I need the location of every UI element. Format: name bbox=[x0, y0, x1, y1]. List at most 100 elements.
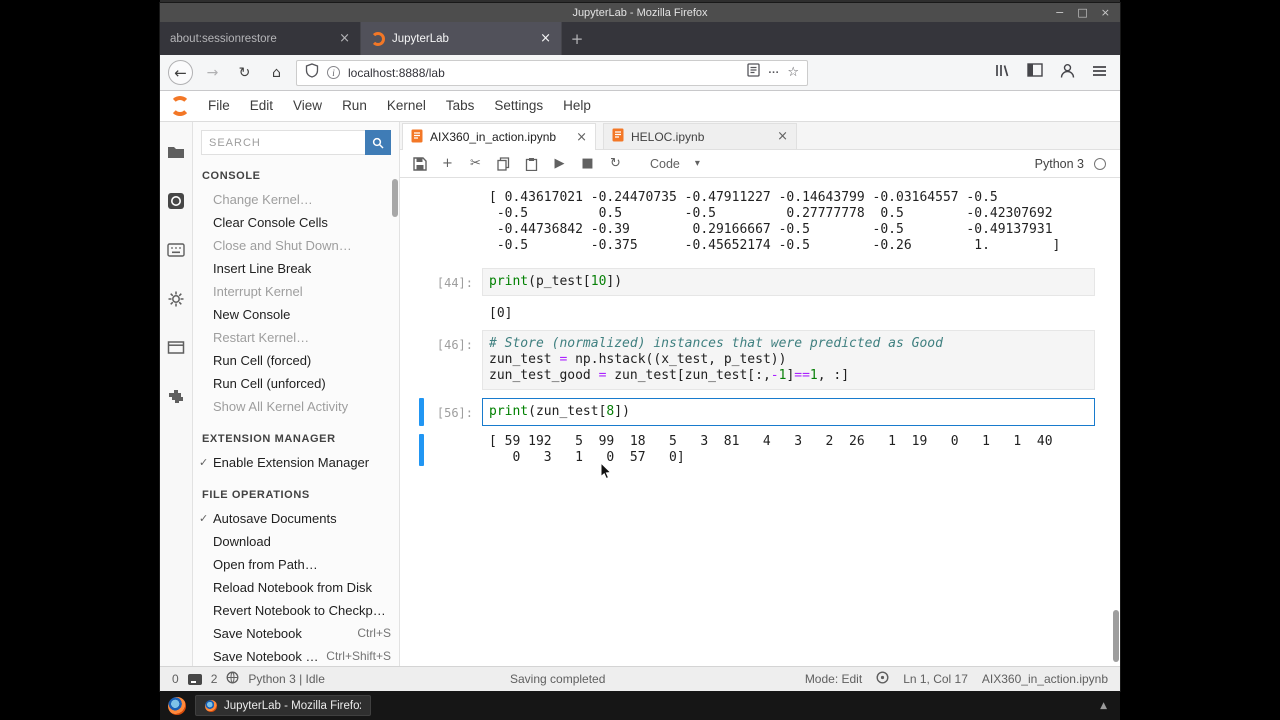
palette-item-reload-notebook[interactable]: Reload Notebook from Disk bbox=[193, 576, 399, 599]
minimize-button[interactable]: − bbox=[1055, 3, 1064, 22]
copy-icon[interactable] bbox=[496, 156, 511, 171]
palette-item-enable-extension-manager[interactable]: ✓ Enable Extension Manager bbox=[193, 451, 399, 474]
files-icon[interactable] bbox=[160, 127, 192, 176]
kernels-count[interactable]: 2 bbox=[211, 672, 218, 686]
url-bar[interactable]: i localhost:8888/lab ··· ☆ bbox=[296, 59, 808, 86]
home-button[interactable]: ⌂ bbox=[264, 60, 289, 85]
tab-close-icon[interactable]: × bbox=[777, 129, 788, 144]
cell-editor[interactable]: # Store (normalized) instances that were… bbox=[482, 330, 1095, 390]
notebook-tab-heloc[interactable]: HELOC.ipynb × bbox=[603, 123, 797, 149]
cursor-position[interactable]: Ln 1, Col 17 bbox=[903, 672, 968, 686]
menu-kernel[interactable]: Kernel bbox=[377, 91, 436, 121]
tab-close-icon[interactable]: × bbox=[540, 31, 551, 46]
cell-collapser[interactable] bbox=[419, 398, 424, 426]
menu-file[interactable]: File bbox=[198, 91, 240, 121]
palette-scrollbar-thumb[interactable] bbox=[392, 179, 398, 217]
palette-item-save-notebook[interactable]: Ctrl+S Save Notebook bbox=[193, 622, 399, 645]
notebook-trust-icon[interactable] bbox=[876, 671, 889, 687]
cell-type-select[interactable]: Code ▾ bbox=[650, 157, 700, 171]
restart-kernel-icon[interactable]: ↻ bbox=[608, 156, 623, 171]
paste-icon[interactable] bbox=[524, 157, 539, 171]
item-label: Run Cell (unforced) bbox=[213, 376, 326, 391]
kernel-status-text[interactable]: Python 3 | Idle bbox=[248, 672, 325, 686]
tab-close-icon[interactable]: × bbox=[339, 31, 350, 46]
hamburger-menu-icon[interactable] bbox=[1092, 64, 1107, 82]
tab-close-icon[interactable]: × bbox=[576, 130, 587, 145]
palette-item-change-kernel[interactable]: Change Kernel… bbox=[193, 188, 399, 211]
menu-tabs[interactable]: Tabs bbox=[436, 91, 485, 121]
new-tab-button[interactable]: + bbox=[562, 22, 592, 55]
kernel-sessions-icon[interactable] bbox=[226, 671, 239, 687]
terminal-icon[interactable] bbox=[187, 673, 202, 685]
settings-gear-icon[interactable] bbox=[160, 274, 192, 323]
firefox-launcher-icon[interactable] bbox=[168, 696, 186, 715]
palette-item-insert-line-break[interactable]: Insert Line Break bbox=[193, 257, 399, 280]
palette-item-interrupt-kernel[interactable]: Interrupt Kernel bbox=[193, 280, 399, 303]
notebook-content[interactable]: [ 0.43617021 -0.24470735 -0.47911227 -0.… bbox=[400, 178, 1120, 666]
statusbar-filename: AIX360_in_action.ipynb bbox=[981, 672, 1108, 686]
mode-indicator[interactable]: Mode: Edit bbox=[805, 672, 862, 686]
palette-item-restart-kernel[interactable]: Restart Kernel… bbox=[193, 326, 399, 349]
active-cell-editor[interactable]: print(zun_test[8]) bbox=[482, 398, 1095, 426]
code-cell-56-active[interactable]: [56]: print(zun_test[8]) bbox=[400, 398, 1120, 426]
browser-tab-sessionrestore[interactable]: about:sessionrestore × bbox=[160, 22, 361, 55]
output-collapser[interactable] bbox=[419, 434, 424, 466]
palette-item-save-notebook-as[interactable]: Ctrl+Shift+S Save Notebook … bbox=[193, 645, 399, 666]
save-icon[interactable] bbox=[412, 156, 427, 171]
tray-expand-icon[interactable]: ▲ bbox=[1100, 701, 1112, 711]
account-icon[interactable] bbox=[1060, 63, 1075, 83]
prompt-spacer bbox=[400, 190, 482, 254]
kernel-indicator[interactable]: Python 3 bbox=[1035, 157, 1112, 171]
item-label: Download bbox=[213, 534, 271, 549]
palette-item-close-and-shut-down[interactable]: Close and Shut Down… bbox=[193, 234, 399, 257]
command-palette-icon[interactable] bbox=[160, 225, 192, 274]
notebook-tab-aix360[interactable]: AIX360_in_action.ipynb × bbox=[402, 123, 596, 150]
running-sessions-icon[interactable] bbox=[160, 176, 192, 225]
shield-icon[interactable] bbox=[305, 62, 319, 83]
search-input[interactable] bbox=[201, 130, 365, 155]
menu-view[interactable]: View bbox=[283, 91, 332, 121]
scrollbar-thumb[interactable] bbox=[1113, 610, 1119, 662]
back-button[interactable]: ← bbox=[168, 60, 193, 85]
palette-item-run-cell-unforced[interactable]: Run Cell (unforced) bbox=[193, 372, 399, 395]
sidebar-toggle-icon[interactable] bbox=[1027, 63, 1043, 82]
reader-mode-icon[interactable] bbox=[747, 63, 760, 82]
forward-button[interactable]: → bbox=[200, 60, 225, 85]
menu-help[interactable]: Help bbox=[553, 91, 601, 121]
palette-item-revert-notebook[interactable]: Revert Notebook to Checkp… bbox=[193, 599, 399, 622]
extension-puzzle-icon[interactable] bbox=[160, 372, 192, 421]
palette-item-clear-console-cells[interactable]: Clear Console Cells bbox=[193, 211, 399, 234]
open-tabs-icon[interactable] bbox=[160, 323, 192, 372]
maximize-button[interactable]: □ bbox=[1077, 3, 1087, 22]
page-actions-icon[interactable]: ··· bbox=[768, 67, 779, 79]
terminals-count[interactable]: 0 bbox=[172, 672, 179, 686]
code-cell-46[interactable]: [46]: # Store (normalized) instances tha… bbox=[400, 330, 1120, 390]
cut-icon[interactable]: ✂ bbox=[468, 156, 483, 171]
reload-button[interactable]: ↻ bbox=[232, 60, 257, 85]
palette-item-run-cell-forced[interactable]: Run Cell (forced) bbox=[193, 349, 399, 372]
library-icon[interactable] bbox=[994, 63, 1010, 83]
palette-item-show-all-kernel-activity[interactable]: Show All Kernel Activity bbox=[193, 395, 399, 418]
output-line: [ 0.43617021 -0.24470735 -0.47911227 -0.… bbox=[489, 190, 998, 205]
url-text[interactable]: localhost:8888/lab bbox=[348, 66, 739, 80]
browser-tab-jupyterlab[interactable]: JupyterLab × bbox=[361, 22, 562, 55]
close-button[interactable]: × bbox=[1101, 3, 1110, 22]
cell-editor[interactable]: print(p_test[10]) bbox=[482, 268, 1095, 296]
add-cell-icon[interactable]: + bbox=[440, 156, 455, 171]
site-info-icon[interactable]: i bbox=[327, 66, 340, 79]
menu-settings[interactable]: Settings bbox=[484, 91, 553, 121]
bookmark-star-icon[interactable]: ☆ bbox=[787, 65, 799, 80]
menu-run[interactable]: Run bbox=[332, 91, 377, 121]
window-titlebar[interactable]: JupyterLab - Mozilla Firefox − □ × bbox=[160, 3, 1120, 22]
window-title: JupyterLab - Mozilla Firefox bbox=[572, 6, 708, 19]
palette-item-open-from-path[interactable]: Open from Path… bbox=[193, 553, 399, 576]
run-icon[interactable]: ▶ bbox=[552, 156, 567, 171]
taskbar-window-button[interactable]: JupyterLab - Mozilla Firefox bbox=[195, 695, 371, 716]
palette-item-autosave-documents[interactable]: ✓ Autosave Documents bbox=[193, 507, 399, 530]
search-button[interactable] bbox=[365, 130, 391, 155]
menu-edit[interactable]: Edit bbox=[240, 91, 283, 121]
palette-item-download[interactable]: Download bbox=[193, 530, 399, 553]
palette-item-new-console[interactable]: New Console bbox=[193, 303, 399, 326]
code-cell-44[interactable]: [44]: print(p_test[10]) bbox=[400, 268, 1120, 296]
stop-icon[interactable]: ■ bbox=[580, 156, 595, 171]
